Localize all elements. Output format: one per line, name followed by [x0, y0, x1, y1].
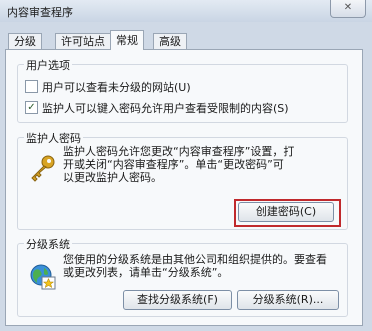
rating-systems-group: 分级系统 您使用的分级系统是由其他公司和组织提供的。要查看 或更改列表，请单击“… [17, 236, 348, 317]
close-icon: ✕ [343, 2, 353, 13]
rating-systems-button[interactable]: 分级系统(R)... [237, 290, 339, 310]
tab-advanced[interactable]: 高级 [153, 33, 187, 50]
password-desc-line-3: 以更改监护人密码。 [63, 171, 162, 184]
create-password-label: 创建密码(C) [255, 205, 317, 218]
tab-ratings[interactable]: 分级 [8, 33, 42, 50]
close-button[interactable]: ✕ [330, 0, 366, 18]
general-tab-panel: 用户选项 用户可以查看未分级的网站(U) ✓ 监护人可以键入密码允许用户查看受限… [5, 49, 363, 326]
rating-globe-icon [30, 264, 56, 290]
window-title: 内容审查程序 [7, 6, 73, 19]
user-options-group: 用户选项 用户可以查看未分级的网站(U) ✓ 监护人可以键入密码允许用户查看受限… [17, 57, 348, 123]
tab-advanced-label: 高级 [159, 35, 181, 48]
rating-desc-line-2: 或更改列表，请单击“分级系统”。 [63, 266, 229, 279]
password-desc-line-1: 监护人密码允许您更改“内容审查程序”设置，打 [63, 145, 295, 158]
find-rating-systems-button[interactable]: 查找分级系统(F) [123, 290, 232, 310]
tab-ratings-label: 分级 [14, 35, 36, 48]
find-rating-systems-label: 查找分级系统(F) [137, 293, 218, 306]
tab-general-label: 常规 [116, 34, 138, 47]
rating-desc-line-1: 您使用的分级系统是由其他公司和组织提供的。要查看 [63, 253, 327, 266]
password-desc-line-2: 开或关闭“内容审查程序”。单击“更改密码”可 [63, 158, 284, 171]
tab-general[interactable]: 常规 [110, 30, 144, 50]
supervisor-password-title: 监护人密码 [24, 130, 83, 146]
allow-unrated-label: 用户可以查看未分级的网站(U) [42, 81, 191, 94]
create-password-button[interactable]: 创建密码(C) [238, 202, 334, 222]
allow-unrated-checkbox[interactable] [25, 80, 38, 93]
tab-approved-sites-label: 许可站点 [61, 35, 105, 48]
title-bar: 内容审查程序 ✕ [0, 0, 372, 22]
key-icon [31, 155, 55, 182]
rating-systems-label: 分级系统(R)... [252, 293, 324, 306]
tab-approved-sites[interactable]: 许可站点 [55, 33, 111, 50]
user-options-title: 用户选项 [24, 57, 72, 73]
rating-systems-title: 分级系统 [24, 236, 72, 252]
supervisor-password-group: 监护人密码 监护人密码允许您更改“内容审查程序”设置，打 开或关闭“内容审查程序… [17, 130, 348, 230]
supervisor-override-label: 监护人可以键入密码允许用户查看受限制的内容(S) [42, 102, 289, 115]
supervisor-override-checkbox[interactable]: ✓ [25, 101, 38, 114]
